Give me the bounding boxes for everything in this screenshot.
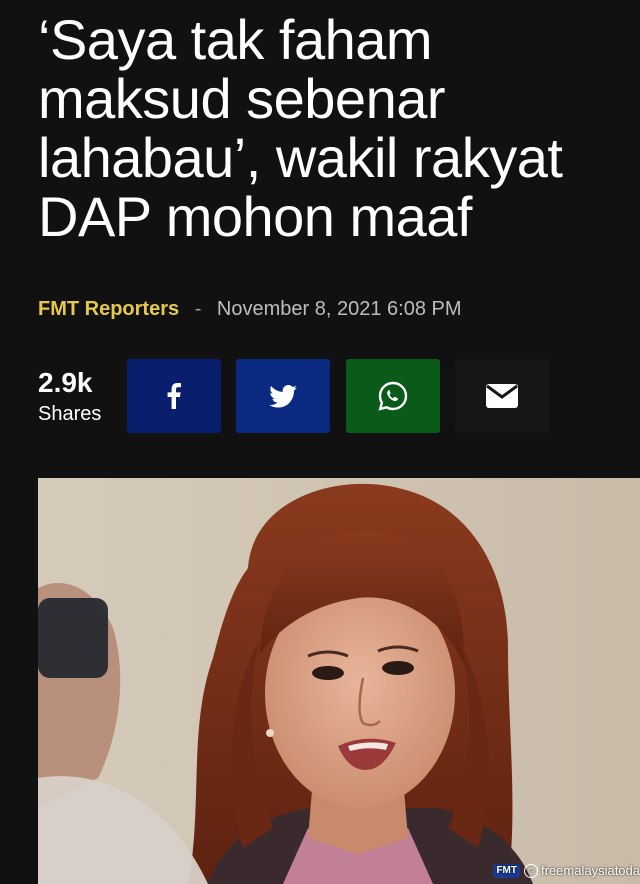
publish-date: November 8, 2021 6:08 PM: [216, 298, 462, 320]
whatsapp-icon: [377, 380, 409, 412]
photo-watermark: FMT © freemalaysiatoda: [493, 863, 640, 878]
share-count: 2.9k Shares: [38, 368, 118, 426]
article-meta: FMT Reporters - November 8, 2021 6:08 PM: [38, 297, 462, 321]
article-headline: ‘Saya tak faham maksud sebenar lahabau’,…: [38, 10, 628, 246]
email-share-button[interactable]: [455, 359, 549, 433]
headline-line: lahabau’, wakil rakyat: [38, 126, 563, 189]
facebook-icon: [167, 383, 181, 409]
twitter-share-button[interactable]: [236, 359, 330, 433]
whatsapp-share-button[interactable]: [346, 359, 440, 433]
watermark-text: freemalaysiatoda: [541, 863, 640, 878]
envelope-icon: [485, 383, 519, 409]
author-link[interactable]: FMT Reporters: [38, 298, 179, 320]
article-photo: FMT © freemalaysiatoda: [38, 478, 640, 884]
headline-line: maksud sebenar: [38, 67, 446, 130]
facebook-share-button[interactable]: [127, 359, 221, 433]
share-count-value: 2.9k: [38, 367, 93, 398]
headline-line: DAP mohon maaf: [38, 185, 472, 248]
share-count-label: Shares: [38, 403, 102, 425]
meta-separator: -: [194, 298, 202, 320]
portrait-image: [38, 478, 640, 884]
fmt-logo: FMT: [493, 863, 520, 878]
copyright-icon: ©: [524, 863, 538, 878]
headline-line: ‘Saya tak faham: [38, 8, 433, 71]
twitter-icon: [269, 384, 297, 408]
